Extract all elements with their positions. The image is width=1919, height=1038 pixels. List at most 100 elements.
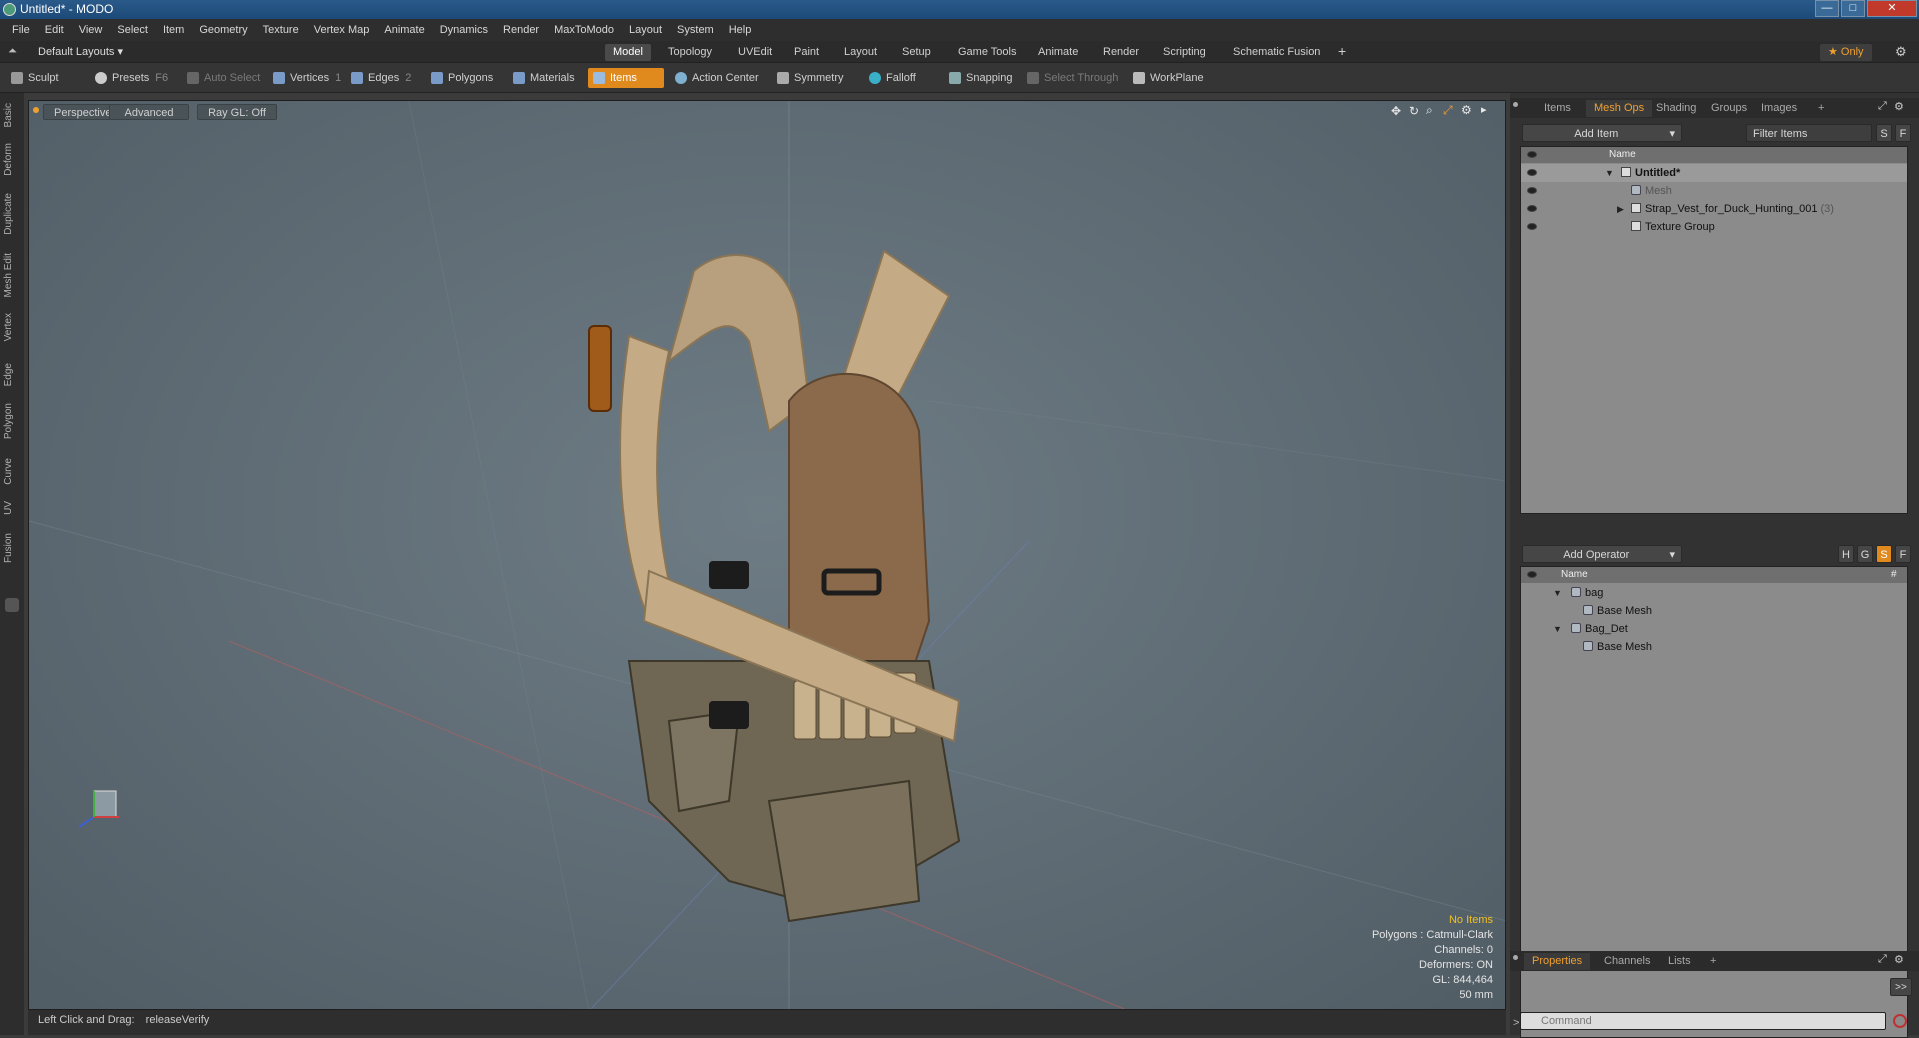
list-item[interactable]: Base Mesh: [1521, 602, 1907, 620]
menu-vertex-map[interactable]: Vertex Map: [314, 24, 370, 36]
duck-hunting-vest-model[interactable]: [588, 249, 961, 923]
viewport-options-arrow-icon[interactable]: ▸: [1481, 103, 1487, 116]
layout-selector[interactable]: Default Layouts ▾: [38, 45, 123, 58]
items-button[interactable]: Items: [588, 68, 664, 88]
tab-channels[interactable]: Channels: [1596, 953, 1658, 970]
collapse-caret-icon[interactable]: ▼: [1553, 620, 1562, 638]
menu-maxtomodo[interactable]: MaxToModo: [554, 24, 614, 36]
viewport-settings-gear-icon[interactable]: ⚙: [1461, 103, 1472, 117]
shading-mode-button[interactable]: Advanced: [109, 104, 189, 120]
tab-render[interactable]: Render: [1095, 44, 1147, 61]
tab-duplicate[interactable]: Duplicate: [3, 193, 21, 235]
pan-icon[interactable]: ✥: [1391, 104, 1401, 118]
tab-layout[interactable]: Layout: [836, 44, 885, 61]
tab-properties[interactable]: Properties: [1524, 953, 1591, 970]
add-panel-tab-button[interactable]: +: [1810, 100, 1832, 117]
action-center-button[interactable]: Action Center: [670, 68, 765, 88]
panel-gear-icon[interactable]: ⚙: [1894, 100, 1904, 113]
falloff-button[interactable]: Falloff: [864, 68, 922, 88]
add-layout-tab-button[interactable]: +: [1330, 44, 1354, 61]
filter-items-input[interactable]: Filter Items: [1746, 124, 1872, 142]
command-input[interactable]: Command: [1520, 1012, 1886, 1030]
raygl-toggle[interactable]: Ray GL: Off: [197, 104, 277, 120]
materials-button[interactable]: Materials: [508, 68, 581, 88]
list-item[interactable]: Texture Group: [1521, 218, 1907, 236]
tab-schematic-fusion[interactable]: Schematic Fusion: [1225, 44, 1328, 61]
tab-model[interactable]: Model: [605, 44, 651, 61]
tab-groups[interactable]: Groups: [1703, 100, 1755, 117]
menu-select[interactable]: Select: [117, 24, 148, 36]
tab-shading[interactable]: Shading: [1648, 100, 1704, 117]
rotate-icon[interactable]: ↻: [1409, 104, 1419, 118]
list-item[interactable]: ▼ Bag_Det: [1521, 620, 1907, 638]
tab-polygon[interactable]: Polygon: [3, 403, 21, 439]
tab-uvedit[interactable]: UVEdit: [730, 44, 780, 61]
select-through-button[interactable]: Select Through: [1022, 68, 1124, 88]
eye-icon[interactable]: [1527, 169, 1537, 176]
command-history-icon[interactable]: [1893, 1014, 1907, 1028]
symmetry-button[interactable]: Symmetry: [772, 68, 850, 88]
gear-icon[interactable]: ⚙: [1895, 44, 1907, 60]
close-button[interactable]: ✕: [1867, 0, 1917, 17]
tab-uv[interactable]: UV: [3, 501, 21, 515]
menu-file[interactable]: File: [12, 24, 30, 36]
menu-texture[interactable]: Texture: [263, 24, 299, 36]
tab-lists[interactable]: Lists: [1660, 953, 1699, 970]
edges-button[interactable]: Edges 2: [346, 68, 417, 88]
tab-edge[interactable]: Edge: [3, 363, 21, 386]
tab-paint[interactable]: Paint: [786, 44, 827, 61]
panel-menu-dot[interactable]: [1513, 102, 1518, 107]
menu-geometry[interactable]: Geometry: [199, 24, 247, 36]
only-toggle[interactable]: ★ Only: [1820, 44, 1872, 61]
tab-game-tools[interactable]: Game Tools: [950, 44, 1025, 61]
collapse-caret-icon[interactable]: ▼: [1553, 584, 1562, 602]
maximize-viewport-icon[interactable]: ⤢: [1443, 103, 1453, 118]
add-properties-tab-button[interactable]: +: [1702, 953, 1724, 970]
eye-icon[interactable]: [1527, 205, 1537, 212]
3d-viewport[interactable]: Perspective Advanced Ray GL: Off ✥ ↻ ⌕ ⤢…: [28, 100, 1506, 1010]
collapse-toggle[interactable]: [5, 598, 19, 612]
list-item[interactable]: Base Mesh: [1521, 638, 1907, 656]
polygons-button[interactable]: Polygons: [426, 68, 499, 88]
list-item[interactable]: ▶ Strap_Vest_for_Duck_Hunting_001 (3): [1521, 200, 1907, 218]
list-item[interactable]: ▼ bag: [1521, 584, 1907, 602]
vertices-button[interactable]: Vertices 1: [268, 68, 347, 88]
tab-animate[interactable]: Animate: [1030, 44, 1086, 61]
meshops-f-button[interactable]: F: [1895, 545, 1911, 563]
workplane-button[interactable]: WorkPlane: [1128, 68, 1210, 88]
tab-deform[interactable]: Deform: [3, 143, 21, 176]
tab-scripting[interactable]: Scripting: [1155, 44, 1214, 61]
properties-menu-dot[interactable]: [1513, 955, 1518, 960]
list-item[interactable]: Mesh: [1521, 182, 1907, 200]
meshops-s-button[interactable]: S: [1876, 545, 1892, 563]
menu-layout[interactable]: Layout: [629, 24, 662, 36]
collapse-caret-icon[interactable]: ▼: [1605, 164, 1614, 182]
maximize-button[interactable]: □: [1841, 0, 1865, 17]
filter-f-button[interactable]: F: [1895, 124, 1911, 142]
menu-system[interactable]: System: [677, 24, 714, 36]
tab-mesh-ops[interactable]: Mesh Ops: [1586, 100, 1653, 117]
tab-vertex[interactable]: Vertex: [3, 313, 21, 341]
tab-items[interactable]: Items: [1536, 100, 1579, 117]
list-item[interactable]: ▼ Untitled*: [1521, 164, 1907, 182]
tab-images[interactable]: Images: [1753, 100, 1805, 117]
eye-icon[interactable]: [1527, 223, 1537, 230]
eye-icon[interactable]: [1527, 187, 1537, 194]
tab-curve[interactable]: Curve: [3, 458, 21, 485]
filter-s-button[interactable]: S: [1876, 124, 1892, 142]
expand-panel-icon[interactable]: ⤢: [1878, 100, 1887, 113]
viewport-menu-dot[interactable]: [33, 107, 39, 113]
menu-render[interactable]: Render: [503, 24, 539, 36]
tab-basic[interactable]: Basic: [3, 103, 21, 127]
menu-help[interactable]: Help: [729, 24, 752, 36]
properties-gear-icon[interactable]: ⚙: [1894, 953, 1904, 966]
menu-item[interactable]: Item: [163, 24, 184, 36]
tab-setup[interactable]: Setup: [894, 44, 939, 61]
zoom-icon[interactable]: ⌕: [1426, 103, 1433, 118]
tab-fusion[interactable]: Fusion: [3, 533, 21, 563]
add-operator-button[interactable]: Add Operator ▾: [1522, 545, 1682, 563]
menu-dynamics[interactable]: Dynamics: [440, 24, 488, 36]
tab-topology[interactable]: Topology: [660, 44, 720, 61]
snapping-button[interactable]: Snapping: [944, 68, 1019, 88]
menu-animate[interactable]: Animate: [384, 24, 424, 36]
